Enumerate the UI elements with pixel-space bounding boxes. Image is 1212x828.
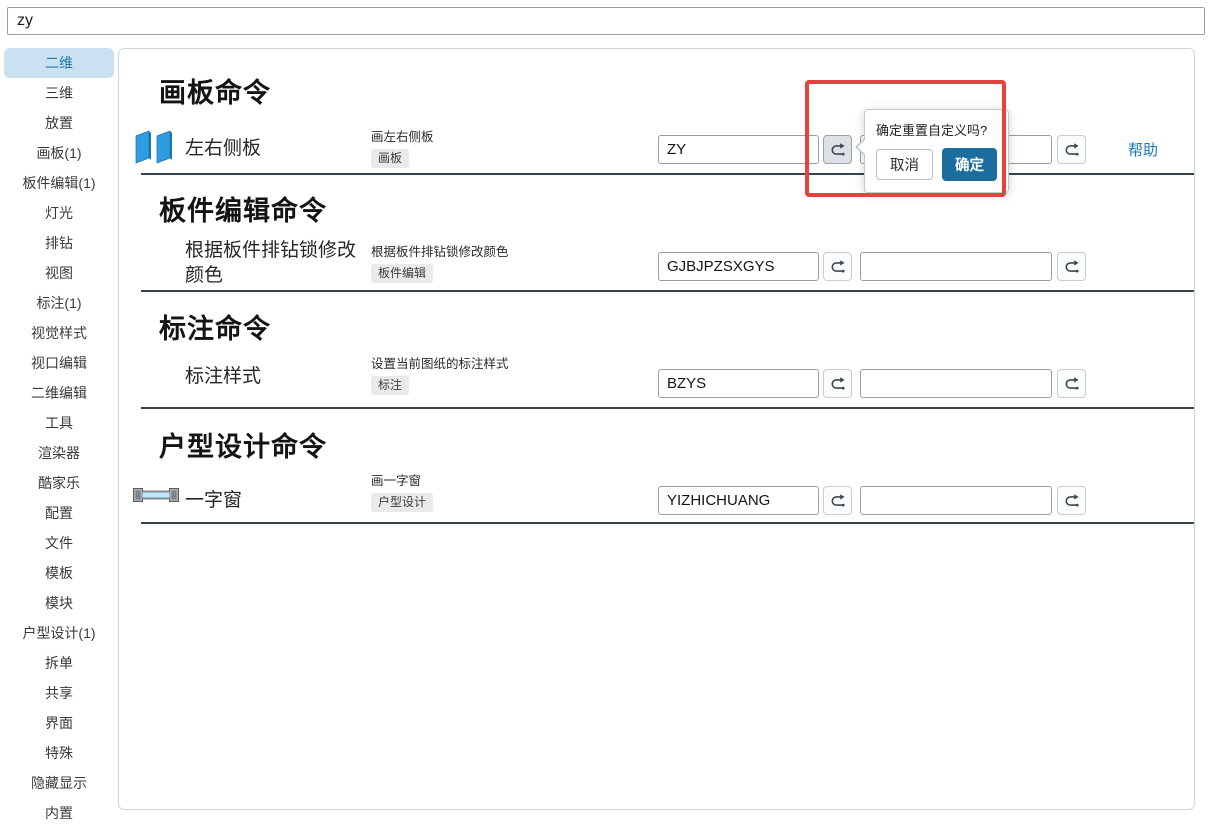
reset-icon xyxy=(830,259,846,275)
row-divider xyxy=(141,290,1194,292)
reset-shortcut-button[interactable] xyxy=(823,252,852,281)
sidebar-item-builtin[interactable]: 内置 xyxy=(4,798,114,828)
sidebar-item-visual-style[interactable]: 视觉样式 xyxy=(4,318,114,348)
reset-icon xyxy=(830,142,846,158)
sidebar-item-kujiale[interactable]: 酷家乐 xyxy=(4,468,114,498)
reset-icon xyxy=(1064,259,1080,275)
reset-icon xyxy=(1064,376,1080,392)
command-list-panel: 画板命令 左右侧板 画左右侧板 画板 帮助 板件编辑命令 根据板 xyxy=(118,48,1195,810)
reset-confirm-popup: 确定重置自定义吗? 取消 确定 xyxy=(864,109,1009,193)
section-title-house-design: 户型设计命令 xyxy=(159,425,327,464)
sidebar-item-module[interactable]: 模块 xyxy=(4,588,114,618)
shortcut-input[interactable] xyxy=(658,252,819,281)
shortcut-input[interactable] xyxy=(658,369,819,398)
sidebar-item-config[interactable]: 配置 xyxy=(4,498,114,528)
command-description: 画左右侧板 画板 xyxy=(371,130,641,168)
command-description: 设置当前图纸的标注样式 标注 xyxy=(371,357,641,395)
reset-custom-button[interactable] xyxy=(1057,252,1086,281)
reset-custom-button[interactable] xyxy=(1057,486,1086,515)
reset-shortcut-button[interactable] xyxy=(823,369,852,398)
cancel-button[interactable]: 取消 xyxy=(876,149,933,180)
left-right-panel-icon xyxy=(133,127,179,172)
sidebar-item-drawboard[interactable]: 画板(1) xyxy=(4,138,114,168)
sidebar-item-template[interactable]: 模板 xyxy=(4,558,114,588)
sidebar-item-interface[interactable]: 界面 xyxy=(4,708,114,738)
sidebar-item-place[interactable]: 放置 xyxy=(4,108,114,138)
description-text: 根据板件排钻锁修改颜色 xyxy=(371,245,641,260)
reset-icon xyxy=(830,493,846,509)
sidebar-item-2d[interactable]: 二维 xyxy=(4,48,114,78)
custom-shortcut-input[interactable] xyxy=(860,252,1052,281)
confirm-button[interactable]: 确定 xyxy=(942,148,997,181)
sidebar-item-renderer[interactable]: 渲染器 xyxy=(4,438,114,468)
sidebar-item-special[interactable]: 特殊 xyxy=(4,738,114,768)
sidebar-item-viewport-edit[interactable]: 视口编辑 xyxy=(4,348,114,378)
row-divider xyxy=(141,522,1194,524)
sidebar-item-view[interactable]: 视图 xyxy=(4,258,114,288)
category-tag: 户型设计 xyxy=(371,493,433,512)
command-description: 画一字窗 户型设计 xyxy=(371,474,641,512)
row-divider xyxy=(141,407,1194,409)
help-link[interactable]: 帮助 xyxy=(1128,139,1158,160)
sidebar-item-tools[interactable]: 工具 xyxy=(4,408,114,438)
description-text: 画一字窗 xyxy=(371,474,641,489)
shortcut-input[interactable] xyxy=(658,486,819,515)
sidebar-item-file[interactable]: 文件 xyxy=(4,528,114,558)
category-sidebar: 二维 三维 放置 画板(1) 板件编辑(1) 灯光 排钻 视图 标注(1) 视觉… xyxy=(0,48,118,828)
sidebar-item-house-design[interactable]: 户型设计(1) xyxy=(4,618,114,648)
reset-icon xyxy=(1064,493,1080,509)
one-line-window-icon xyxy=(133,487,179,509)
reset-icon xyxy=(830,376,846,392)
custom-shortcut-input[interactable] xyxy=(860,369,1052,398)
command-name: 根据板件排钻锁修改颜色 xyxy=(185,238,365,288)
sidebar-item-panel-edit[interactable]: 板件编辑(1) xyxy=(4,168,114,198)
reset-shortcut-button[interactable] xyxy=(823,486,852,515)
sidebar-item-drill[interactable]: 排钻 xyxy=(4,228,114,258)
reset-custom-button[interactable] xyxy=(1057,369,1086,398)
sidebar-item-light[interactable]: 灯光 xyxy=(4,198,114,228)
sidebar-item-hide-show[interactable]: 隐藏显示 xyxy=(4,768,114,798)
sidebar-item-3d[interactable]: 三维 xyxy=(4,78,114,108)
section-title-drawboard: 画板命令 xyxy=(159,71,271,110)
command-name: 左右侧板 xyxy=(185,136,365,161)
section-title-dimension: 标注命令 xyxy=(159,307,271,346)
custom-shortcut-input[interactable] xyxy=(860,486,1052,515)
command-description: 根据板件排钻锁修改颜色 板件编辑 xyxy=(371,245,641,283)
reset-icon xyxy=(1064,142,1080,158)
popup-message: 确定重置自定义吗? xyxy=(876,120,997,139)
category-tag: 板件编辑 xyxy=(371,264,433,283)
description-text: 设置当前图纸的标注样式 xyxy=(371,357,641,372)
command-name: 标注样式 xyxy=(185,364,365,389)
sidebar-item-split-order[interactable]: 拆单 xyxy=(4,648,114,678)
category-tag: 标注 xyxy=(371,376,409,395)
sidebar-item-2d-edit[interactable]: 二维编辑 xyxy=(4,378,114,408)
sidebar-item-share[interactable]: 共享 xyxy=(4,678,114,708)
sidebar-item-dimension[interactable]: 标注(1) xyxy=(4,288,114,318)
shortcut-input[interactable] xyxy=(658,135,819,164)
row-divider xyxy=(141,173,1194,175)
description-text: 画左右侧板 xyxy=(371,130,641,145)
reset-custom-button[interactable] xyxy=(1057,135,1086,164)
category-tag: 画板 xyxy=(371,149,409,168)
section-title-panel-edit: 板件编辑命令 xyxy=(159,189,327,228)
search-input[interactable] xyxy=(7,7,1205,35)
command-name: 一字窗 xyxy=(185,488,365,513)
